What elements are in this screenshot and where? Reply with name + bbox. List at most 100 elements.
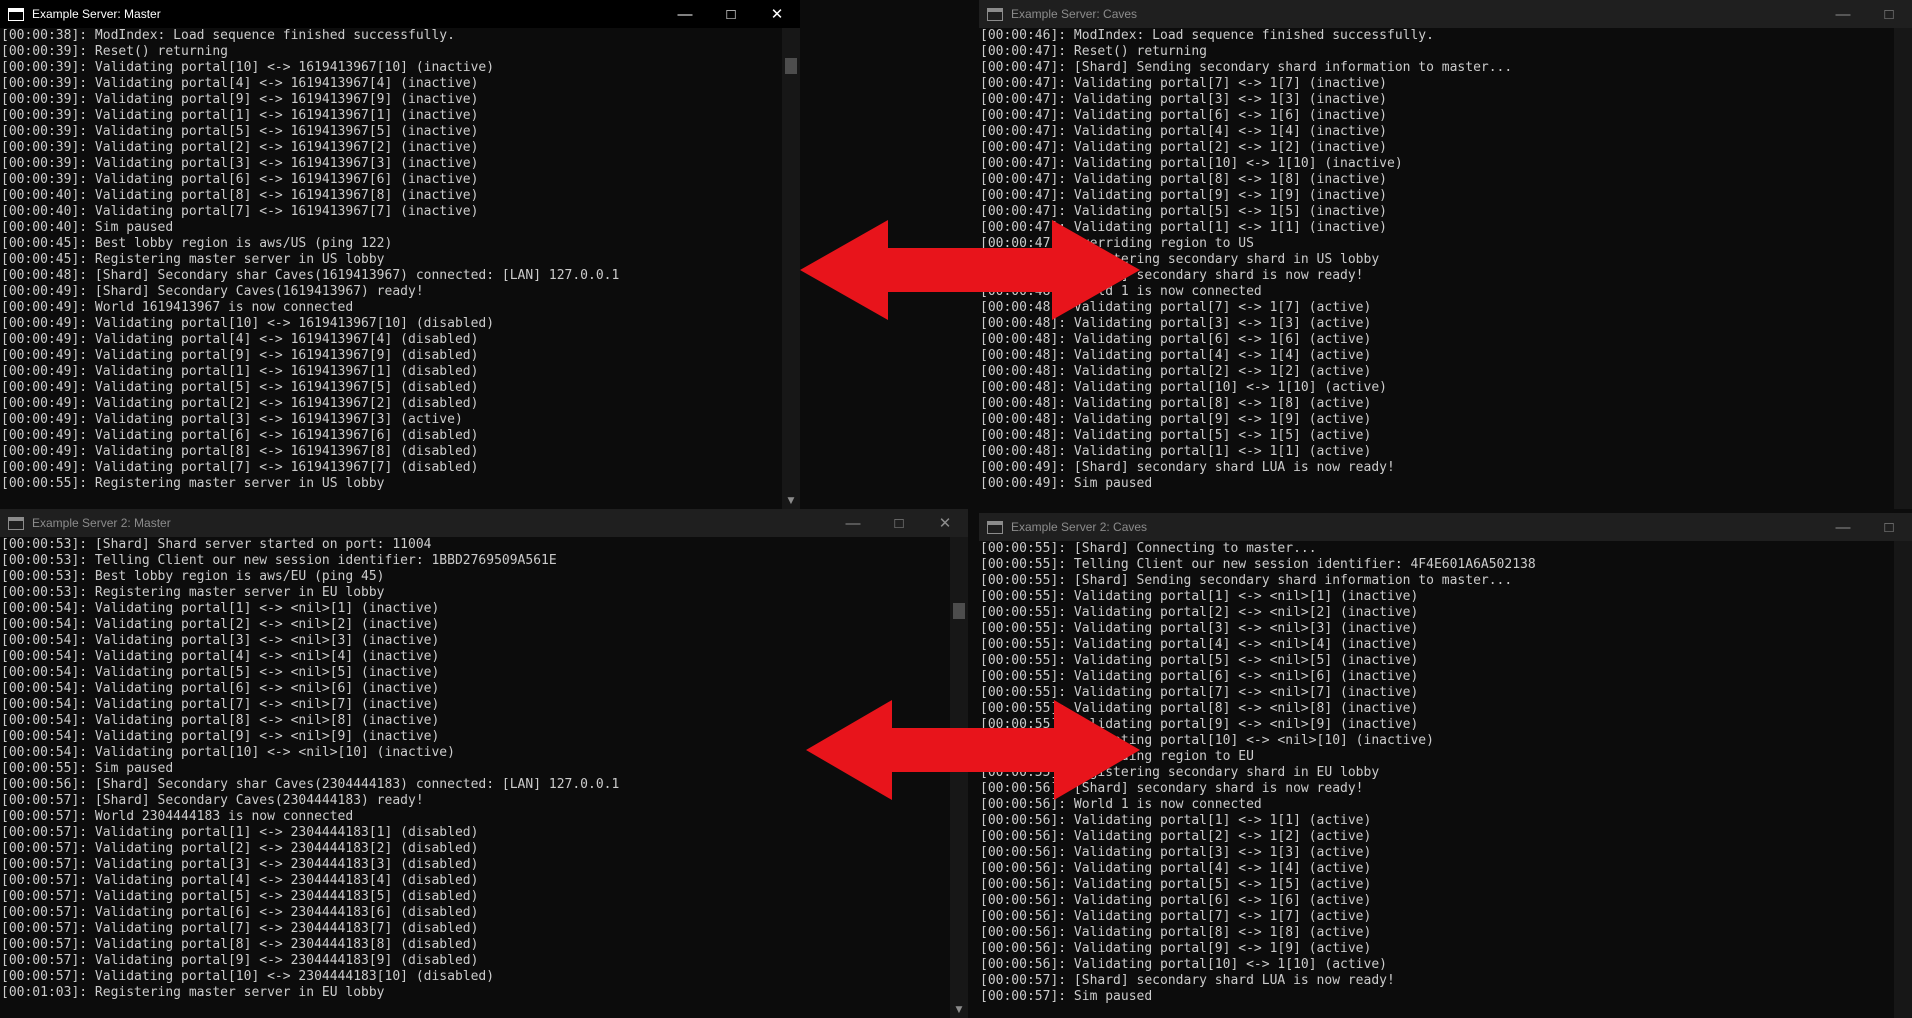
log-line: [00:00:48]: Validating portal[4] <-> 1[4… (980, 348, 1372, 363)
console-icon (987, 520, 1003, 534)
vertical-scrollbar[interactable] (1894, 28, 1912, 509)
scrollbar-thumb[interactable] (785, 58, 797, 74)
log-line: [00:00:40]: Validating portal[8] <-> 161… (1, 188, 479, 203)
vertical-scrollbar[interactable]: ▼ (950, 537, 968, 1018)
log-line: [00:00:57]: Validating portal[6] <-> 230… (1, 905, 479, 920)
log-line: [00:00:49]: Validating portal[3] <-> 161… (1, 412, 463, 427)
log-line: [00:00:55]: Validating portal[4] <-> <ni… (980, 637, 1419, 652)
console-output[interactable]: [00:00:55]: [Shard] Connecting to master… (979, 541, 1894, 1018)
log-line: [00:00:47]: [Shard] secondary shard is n… (980, 268, 1364, 283)
log-line: [00:00:48]: [Shard] Secondary shar Caves… (1, 268, 620, 283)
minimize-icon: — (677, 5, 693, 23)
scrollbar-thumb[interactable] (953, 603, 965, 619)
log-line: [00:00:47]: Validating portal[9] <-> 1[9… (980, 188, 1387, 203)
log-line: [00:00:45]: Best lobby region is aws/US … (1, 236, 393, 251)
log-line: [00:00:57]: World 2304444183 is now conn… (1, 809, 354, 824)
console-window-server-master: Example Server: Master — □ ✕ [00:00:38]:… (0, 0, 800, 509)
log-line: [00:00:55]: Validating portal[2] <-> <ni… (980, 605, 1419, 620)
log-line: [00:00:56]: [Shard] secondary shard is n… (980, 781, 1364, 796)
log-line: [00:00:47]: [Shard] Sending secondary sh… (980, 60, 1513, 75)
log-line: [00:00:46]: ModIndex: Load sequence fini… (980, 28, 1434, 43)
log-line: [00:00:47]: Validating portal[8] <-> 1[8… (980, 172, 1387, 187)
log-line: [00:00:48]: Validating portal[5] <-> 1[5… (980, 428, 1372, 443)
maximize-icon: □ (1884, 518, 1894, 536)
console-icon (987, 7, 1003, 21)
title-bar[interactable]: Example Server: Caves — □ (979, 0, 1912, 28)
log-line: [00:00:53]: Best lobby region is aws/EU … (1, 569, 385, 584)
log-line: [00:00:47]: Reset() returning (980, 44, 1207, 59)
minimize-icon: — (1835, 518, 1851, 536)
log-line: [00:00:49]: Validating portal[8] <-> 161… (1, 444, 479, 459)
close-icon: ✕ (938, 515, 952, 532)
vertical-scrollbar[interactable]: ▼ (782, 28, 800, 509)
title-bar[interactable]: Example Server: Master — □ ✕ (0, 0, 800, 28)
log-line: [00:00:57]: [Shard] Secondary Caves(2304… (1, 793, 424, 808)
close-button[interactable]: ✕ (754, 0, 800, 28)
console-output[interactable]: [00:00:38]: ModIndex: Load sequence fini… (0, 28, 782, 509)
log-line: [00:00:53]: [Shard] Shard server started… (1, 537, 432, 552)
console-output[interactable]: [00:00:46]: ModIndex: Load sequence fini… (979, 28, 1894, 509)
log-line: [00:00:57]: Validating portal[10] <-> 23… (1, 969, 495, 984)
log-line: [00:00:39]: Reset() returning (1, 44, 228, 59)
maximize-icon: □ (894, 514, 904, 532)
log-line: [00:00:49]: Validating portal[10] <-> 16… (1, 316, 495, 331)
close-icon: ✕ (770, 6, 784, 23)
log-line: [00:00:54]: Validating portal[10] <-> <n… (1, 745, 455, 760)
maximize-icon: □ (726, 5, 736, 23)
title-bar[interactable]: Example Server 2: Master — □ ✕ (0, 509, 968, 537)
log-line: [00:00:49]: [Shard] secondary shard LUA … (980, 460, 1395, 475)
log-line: [00:00:56]: Validating portal[9] <-> 1[9… (980, 941, 1372, 956)
log-line: [00:00:47]: Validating portal[3] <-> 1[3… (980, 92, 1387, 107)
log-line: [00:00:54]: Validating portal[5] <-> <ni… (1, 665, 440, 680)
log-line: [00:00:47]: Validating portal[5] <-> 1[5… (980, 204, 1387, 219)
minimize-icon: — (1835, 5, 1851, 23)
log-line: [00:00:55]: Validating portal[3] <-> <ni… (980, 621, 1419, 636)
maximize-button[interactable]: □ (708, 0, 754, 28)
log-line: [00:00:56]: [Shard] Secondary shar Caves… (1, 777, 620, 792)
scroll-down-arrow-icon[interactable]: ▼ (782, 493, 800, 509)
maximize-button[interactable]: □ (1866, 0, 1912, 28)
log-line: [00:00:57]: Sim paused (980, 989, 1153, 1004)
log-line: [00:00:53]: Registering master server in… (1, 585, 385, 600)
maximize-button[interactable]: □ (1866, 513, 1912, 541)
vertical-scrollbar[interactable] (1894, 541, 1912, 1018)
log-line: [00:00:47]: Overriding region to US (980, 236, 1254, 251)
close-button[interactable]: ✕ (922, 509, 968, 537)
log-line: [00:00:54]: Validating portal[8] <-> <ni… (1, 713, 440, 728)
log-line: [00:00:49]: Validating portal[1] <-> 161… (1, 364, 479, 379)
log-line: [00:00:57]: Validating portal[1] <-> 230… (1, 825, 479, 840)
minimize-button[interactable]: — (830, 509, 876, 537)
log-line: [00:00:39]: Validating portal[9] <-> 161… (1, 92, 479, 107)
log-line: [00:00:49]: Validating portal[2] <-> 161… (1, 396, 479, 411)
log-line: [00:00:39]: Validating portal[3] <-> 161… (1, 156, 479, 171)
log-line: [00:00:49]: Sim paused (980, 476, 1153, 491)
minimize-button[interactable]: — (662, 0, 708, 28)
title-bar[interactable]: Example Server 2: Caves — □ (979, 513, 1912, 541)
log-line: [00:00:56]: Validating portal[1] <-> 1[1… (980, 813, 1372, 828)
log-line: [00:00:57]: Validating portal[9] <-> 230… (1, 953, 479, 968)
maximize-button[interactable]: □ (876, 509, 922, 537)
log-line: [00:00:55]: Overriding region to EU (980, 749, 1254, 764)
log-line: [00:00:48]: Validating portal[7] <-> 1[7… (980, 300, 1372, 315)
log-line: [00:00:49]: Validating portal[6] <-> 161… (1, 428, 479, 443)
scroll-down-arrow-icon[interactable]: ▼ (950, 1002, 968, 1018)
log-line: [00:00:56]: Validating portal[7] <-> 1[7… (980, 909, 1372, 924)
log-line: [00:00:39]: Validating portal[2] <-> 161… (1, 140, 479, 155)
console-icon (8, 516, 24, 530)
log-line: [00:00:56]: Validating portal[4] <-> 1[4… (980, 861, 1372, 876)
log-line: [00:00:40]: Validating portal[7] <-> 161… (1, 204, 479, 219)
minimize-button[interactable]: — (1820, 0, 1866, 28)
log-line: [00:00:56]: Validating portal[10] <-> 1[… (980, 957, 1387, 972)
log-line: [00:00:57]: Validating portal[7] <-> 230… (1, 921, 479, 936)
log-line: [00:00:47]: Validating portal[4] <-> 1[4… (980, 124, 1387, 139)
log-line: [00:00:55]: [Shard] Connecting to master… (980, 541, 1317, 556)
log-line: [00:00:48]: Validating portal[8] <-> 1[8… (980, 396, 1372, 411)
log-line: [00:00:39]: Validating portal[5] <-> 161… (1, 124, 479, 139)
minimize-button[interactable]: — (1820, 513, 1866, 541)
log-line: [00:00:57]: Validating portal[2] <-> 230… (1, 841, 479, 856)
window-title: Example Server 2: Caves (1011, 520, 1148, 534)
log-line: [00:00:48]: Validating portal[6] <-> 1[6… (980, 332, 1372, 347)
log-line: [00:00:54]: Validating portal[2] <-> <ni… (1, 617, 440, 632)
window-title: Example Server: Master (32, 7, 161, 21)
console-output[interactable]: [00:00:53]: [Shard] Shard server started… (0, 537, 950, 1018)
